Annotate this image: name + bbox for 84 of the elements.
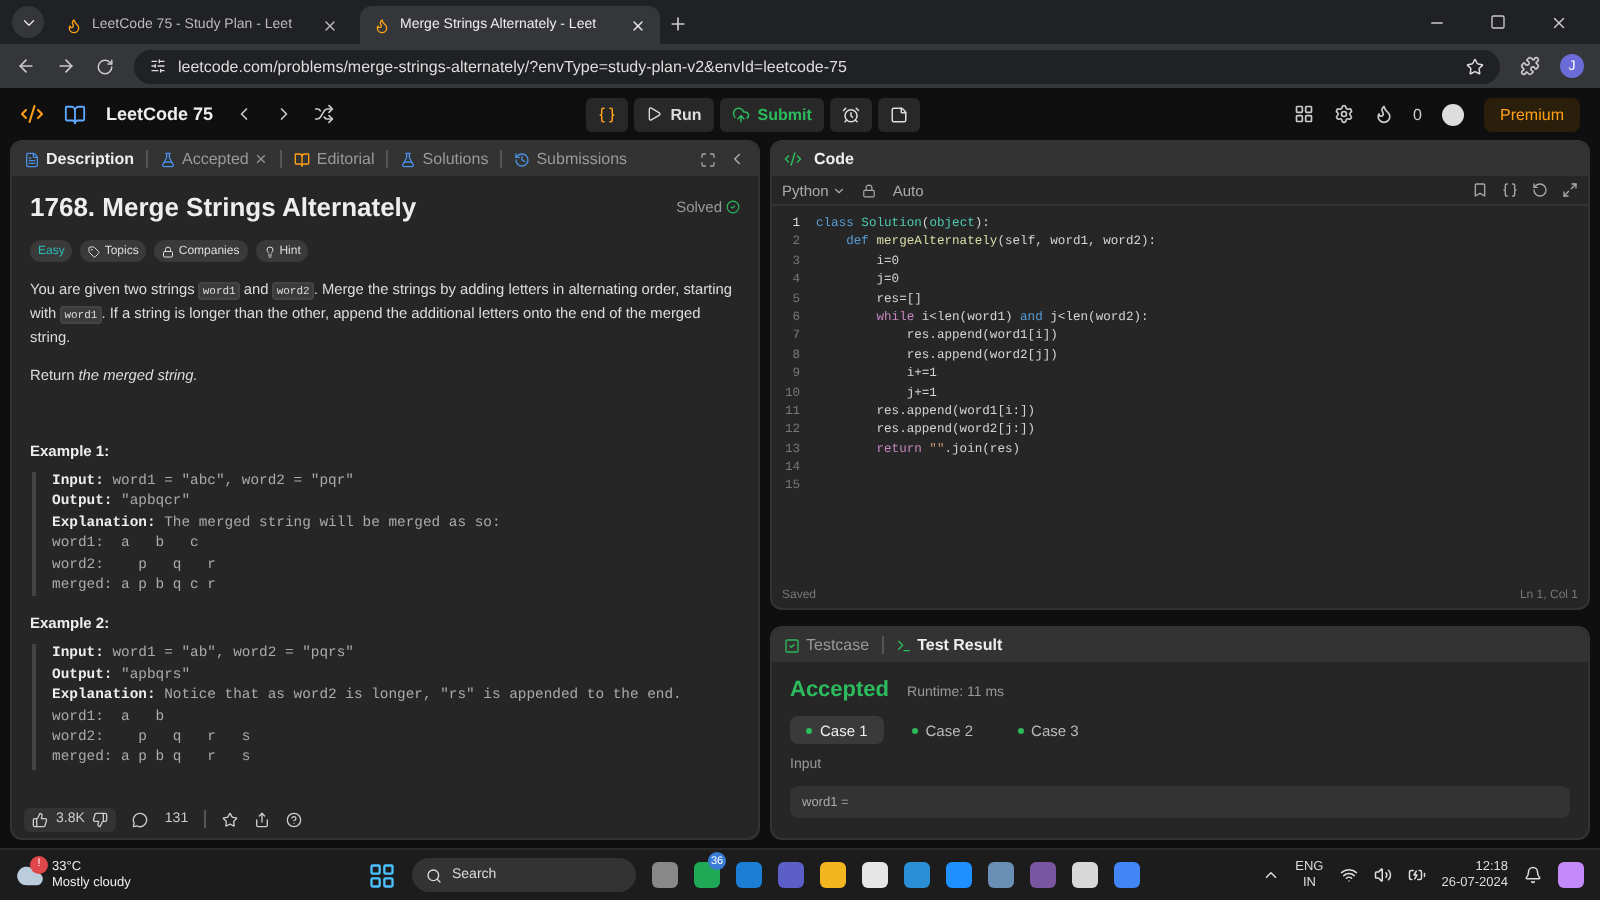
wifi-icon — [1339, 866, 1358, 884]
debug-button[interactable] — [586, 97, 629, 131]
lock-icon — [862, 183, 877, 197]
comment-icon — [132, 811, 149, 827]
favorite-icon[interactable] — [222, 811, 239, 827]
search-icon — [426, 867, 442, 883]
thumbs-down-icon — [92, 811, 109, 827]
site-settings-icon — [150, 58, 166, 74]
taskbar-app-icon[interactable] — [694, 862, 720, 888]
random-problem-button[interactable] — [313, 104, 334, 124]
settings-icon[interactable] — [1333, 104, 1354, 124]
history-icon — [514, 151, 531, 167]
checkbox-icon — [784, 637, 800, 653]
taskbar-app-icon[interactable] — [820, 862, 846, 888]
close-icon — [254, 152, 269, 166]
help-icon[interactable] — [286, 811, 303, 827]
premium-button[interactable]: Premium — [1483, 97, 1580, 131]
back-button[interactable] — [16, 56, 36, 76]
share-icon[interactable] — [254, 811, 271, 827]
lock-icon — [162, 245, 175, 257]
format-icon[interactable] — [1502, 182, 1518, 198]
run-button[interactable]: Run — [634, 97, 714, 131]
timer-button[interactable] — [829, 97, 872, 131]
alarm-clock-icon — [841, 105, 860, 123]
panel-tab[interactable]: Accepted — [160, 150, 269, 168]
note-icon — [889, 105, 908, 123]
forward-button[interactable] — [56, 56, 76, 76]
flame-icon — [374, 17, 390, 33]
book-icon — [294, 151, 311, 167]
code-icon — [784, 150, 802, 168]
notes-button[interactable] — [877, 97, 920, 131]
tray-overflow-icon[interactable] — [1261, 866, 1280, 884]
study-plan-title: LeetCode 75 — [106, 104, 214, 124]
panel-tab[interactable]: Description — [24, 150, 135, 168]
thumbs-up-icon — [32, 811, 48, 827]
panel-tab[interactable]: Testcase — [784, 636, 870, 654]
extensions-icon[interactable] — [1520, 56, 1540, 76]
start-button[interactable] — [368, 861, 396, 889]
terminal-icon — [895, 637, 912, 653]
close-icon — [630, 17, 646, 33]
cloud-icon — [16, 861, 44, 889]
grid-icon[interactable] — [1293, 104, 1314, 124]
tag-icon — [88, 245, 101, 257]
problem-title: 1768. Merge Strings Alternately — [30, 192, 417, 222]
chevron-down-icon — [832, 183, 847, 197]
taskbar-app-icon[interactable] — [862, 862, 888, 888]
close-icon — [322, 17, 338, 33]
collapse-icon[interactable] — [728, 150, 746, 168]
user-avatar[interactable] — [1441, 103, 1464, 125]
flask-icon — [400, 151, 417, 167]
battery-icon — [1407, 866, 1426, 884]
new-tab-button[interactable] — [668, 14, 688, 34]
tab-search-button[interactable] — [12, 6, 44, 38]
url-text: leetcode.com/problems/merge-strings-alternately/?envType=study-plan-v2&envId=leetcode-75 — [178, 57, 847, 75]
lightbulb-icon — [263, 245, 276, 257]
panel-tab[interactable]: Solutions — [400, 150, 489, 168]
document-icon — [24, 151, 40, 167]
logo-icon — [20, 102, 44, 126]
address-bar[interactable]: leetcode.com/problems/merge-strings-alternately/?envType=study-plan-v2&envId=leetcode-75 — [134, 49, 1500, 83]
taskbar-app-icon[interactable] — [1072, 862, 1098, 888]
play-icon — [646, 106, 663, 122]
panel-tab[interactable]: Test Result — [895, 636, 1003, 654]
verdict: Accepted — [790, 678, 890, 702]
fullscreen-icon[interactable] — [700, 151, 716, 167]
cloud-upload-icon — [731, 105, 750, 123]
check-circle-icon — [726, 200, 740, 214]
flask-icon — [160, 151, 177, 167]
reload-button[interactable] — [96, 57, 114, 75]
expand-icon[interactable] — [1562, 182, 1578, 198]
flame-icon — [66, 17, 82, 33]
notifications-icon[interactable] — [1524, 866, 1542, 884]
panel-title: Code — [814, 150, 854, 168]
flame-icon — [1373, 104, 1394, 124]
submit-button[interactable]: Submit — [719, 97, 824, 131]
study-plan-icon — [64, 103, 86, 125]
panel-tab[interactable]: Submissions — [514, 150, 628, 168]
bookmark-star-icon[interactable] — [1466, 57, 1484, 75]
maximize-button[interactable] — [1490, 14, 1506, 30]
panel-tab[interactable]: Editorial — [294, 150, 375, 168]
streak-count: 0 — [1413, 105, 1422, 123]
bookmark-icon[interactable] — [1472, 182, 1488, 198]
reset-icon[interactable] — [1532, 182, 1548, 198]
volume-icon — [1373, 866, 1392, 884]
close-button[interactable] — [1550, 13, 1568, 31]
